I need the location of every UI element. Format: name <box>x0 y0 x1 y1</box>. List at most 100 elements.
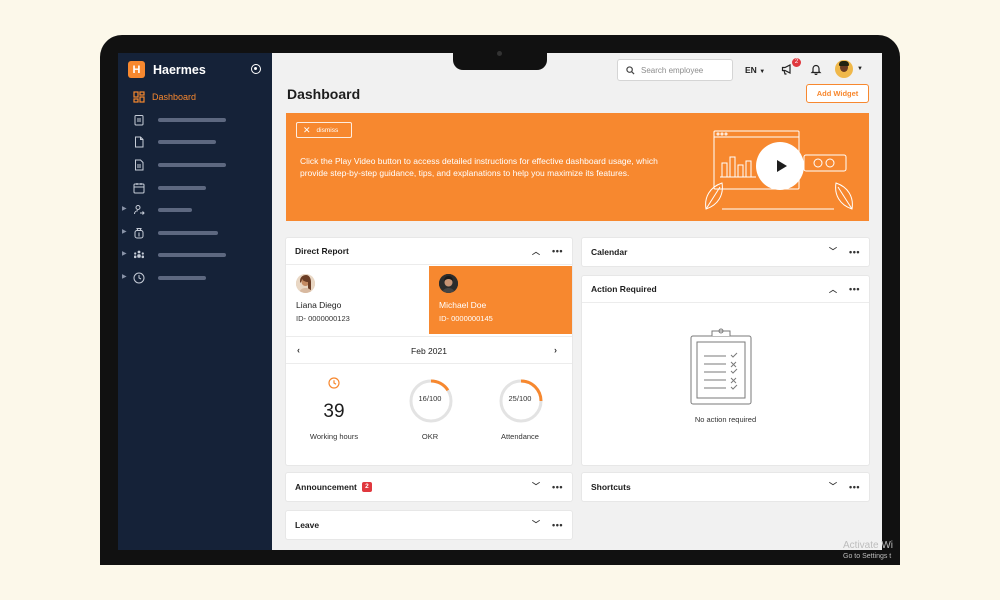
calendar-card: Calendar ﹀ ••• <box>582 238 869 266</box>
sidebar-item-label: Dashboard <box>152 92 197 103</box>
clipboard-icon <box>133 114 145 126</box>
sidebar-toggle-icon[interactable] <box>251 64 261 74</box>
okr-label: OKR <box>421 432 439 441</box>
page-title: Dashboard <box>287 86 361 102</box>
more-options-icon[interactable]: ••• <box>552 520 563 530</box>
play-video-button[interactable] <box>756 142 804 190</box>
shortcuts-card: Shortcuts ﹀ ••• <box>582 473 869 501</box>
search-placeholder: Search employee <box>641 65 704 75</box>
chevron-down-icon[interactable]: ﹀ <box>532 519 540 530</box>
chevron-down-icon[interactable]: ▼ <box>857 66 863 72</box>
direct-report-person-selected[interactable]: Michael Doe ID- 0000000145 <box>429 266 572 334</box>
card-title: Action Required <box>591 284 657 294</box>
leave-card: Leave ﹀ ••• <box>286 511 572 539</box>
chevron-down-icon: ▼ <box>759 69 766 75</box>
more-options-icon[interactable]: ••• <box>849 482 860 492</box>
search-input[interactable]: Search employee <box>617 59 733 81</box>
chevron-down-icon[interactable]: ﹀ <box>532 481 540 492</box>
dismiss-label: dismiss <box>316 126 339 134</box>
dismiss-button[interactable]: ✕ dismiss <box>296 122 352 138</box>
user-avatar[interactable] <box>835 60 853 78</box>
laptop-frame: H Haermes Dashboard ▶ ▶ ▶ ▶ Search emplo… <box>100 35 900 565</box>
brand-name: Haermes <box>153 62 206 77</box>
banner-text: Click the Play Video button to access de… <box>300 156 658 178</box>
activation-watermark-subtext: Go to Settings t <box>843 553 892 560</box>
more-options-icon[interactable]: ••• <box>552 482 563 492</box>
sidebar-item-placeholder <box>158 276 206 281</box>
expand-caret-icon[interactable]: ▶ <box>122 250 127 257</box>
okr-value: 16/100 <box>418 394 442 403</box>
more-options-icon[interactable]: ••• <box>849 247 860 257</box>
expand-caret-icon[interactable]: ▶ <box>122 273 127 280</box>
language-select[interactable]: EN ▼ <box>745 65 765 75</box>
working-hours-label: Working hours <box>309 432 359 441</box>
document-icon <box>133 136 145 148</box>
chevron-up-icon[interactable]: ︿ <box>532 246 540 257</box>
sidebar-item-time[interactable]: ▶ <box>118 267 272 290</box>
card-title: Shortcuts <box>591 481 631 492</box>
sidebar-item-document[interactable] <box>118 131 272 154</box>
sidebar-item-calendar[interactable] <box>118 176 272 199</box>
sidebar-item-placeholder <box>158 185 206 190</box>
sidebar-item-placeholder <box>158 117 226 122</box>
app-screen: H Haermes Dashboard ▶ ▶ ▶ ▶ Search emplo… <box>118 53 882 550</box>
card-header: Calendar ﹀ ••• <box>582 238 869 265</box>
sidebar-item-file[interactable] <box>118 154 272 177</box>
chevron-right-icon[interactable]: › <box>554 345 557 355</box>
more-options-icon[interactable]: ••• <box>849 284 860 294</box>
brand[interactable]: H Haermes <box>128 61 206 78</box>
person-id: ID- 0000000123 <box>296 314 350 323</box>
tutorial-banner: ✕ dismiss Click the Play Video button to… <box>286 113 869 221</box>
sidebar-item-money[interactable]: ▶ <box>118 222 272 245</box>
clock-icon <box>328 377 340 389</box>
money-bag-icon <box>133 227 145 239</box>
working-hours-stat: 39 Working hours <box>294 376 374 441</box>
more-options-icon[interactable]: ••• <box>552 246 563 256</box>
month-label: Feb 2021 <box>411 346 447 356</box>
chevron-down-icon[interactable]: ﹀ <box>829 481 837 492</box>
card-header: Shortcuts ﹀ ••• <box>582 473 869 500</box>
file-text-icon <box>133 159 145 171</box>
card-header: Leave ﹀ ••• <box>286 511 572 538</box>
clipboard-checklist-icon <box>690 328 752 405</box>
avatar <box>296 274 315 293</box>
announcement-card: Announcement 2 ﹀ ••• <box>286 473 572 501</box>
working-hours-value: 39 <box>323 401 345 422</box>
sidebar-item-dashboard[interactable]: Dashboard <box>118 86 272 109</box>
chevron-up-icon[interactable]: ︿ <box>829 284 837 295</box>
team-icon <box>133 249 145 261</box>
camera-dot <box>497 51 502 56</box>
brand-logo: H <box>128 61 145 78</box>
clock-icon <box>133 272 145 284</box>
megaphone-icon[interactable] <box>781 63 793 75</box>
sidebar-item-placeholder <box>158 140 216 145</box>
sidebar-item-user-transfer[interactable]: ▶ <box>118 199 272 222</box>
expand-caret-icon[interactable]: ▶ <box>122 228 127 235</box>
direct-report-person[interactable]: Liana Diego ID- 0000000123 <box>286 266 429 334</box>
bell-icon[interactable] <box>810 63 822 75</box>
sidebar-item-placeholder <box>158 230 218 235</box>
attendance-label: Attendance <box>501 432 539 441</box>
activation-watermark: Activate Wi <box>843 540 894 551</box>
card-header: Announcement 2 ﹀ ••• <box>286 473 572 500</box>
dashboard-icon <box>133 91 145 103</box>
sidebar-item-clipboard[interactable] <box>118 109 272 132</box>
action-required-card: Action Required ︿ ••• No action required <box>582 276 869 465</box>
announcement-badge: 2 <box>792 58 801 67</box>
avatar-hair <box>839 61 849 66</box>
month-selector: ‹ Feb 2021 › <box>286 336 572 364</box>
announcement-count-badge: 2 <box>361 481 372 492</box>
chevron-down-icon[interactable]: ﹀ <box>829 246 837 257</box>
add-widget-button[interactable]: Add Widget <box>806 84 869 103</box>
card-title: Calendar <box>591 246 628 257</box>
sidebar-item-team[interactable]: ▶ <box>118 244 272 267</box>
card-title: Direct Report <box>295 246 349 256</box>
card-title: Announcement <box>295 481 357 492</box>
person-name: Michael Doe <box>439 300 487 310</box>
language-value: EN <box>745 65 757 75</box>
play-icon <box>776 160 787 172</box>
expand-caret-icon[interactable]: ▶ <box>122 205 127 212</box>
user-transfer-icon <box>133 204 145 216</box>
camera-notch <box>453 35 547 70</box>
close-icon: ✕ <box>303 124 311 135</box>
